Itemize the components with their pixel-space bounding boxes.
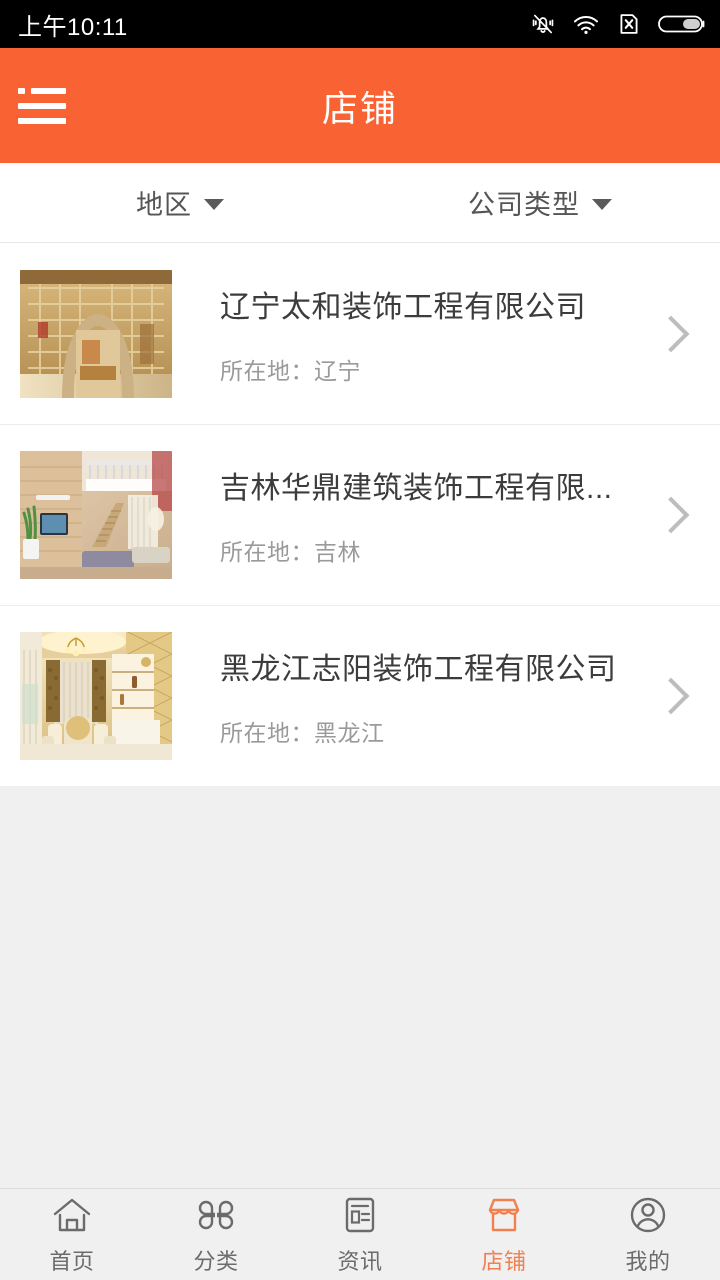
category-icon bbox=[198, 1200, 234, 1230]
app-screen: 上午10:11 店铺 地区 公司类型 辽宁太和装饰工程有限公司 所在地：辽宁 吉… bbox=[0, 0, 720, 1280]
shop-icon bbox=[488, 1198, 520, 1232]
profile-icon bbox=[630, 1197, 666, 1233]
status-bar-icons bbox=[530, 11, 706, 37]
menu-bar bbox=[18, 102, 66, 109]
empty-area bbox=[0, 786, 720, 1188]
european-golden-dining-room-image bbox=[20, 631, 172, 760]
no-sim-icon bbox=[620, 14, 638, 34]
chinese-lattice-moon-gate-interior-image bbox=[20, 269, 172, 398]
hamburger-menu-icon[interactable] bbox=[18, 82, 66, 130]
filter-company-type-label: 公司类型 bbox=[468, 190, 580, 220]
page-content: 地区 公司类型 辽宁太和装饰工程有限公司 所在地：辽宁 吉林华鼎建筑装饰工程有限… bbox=[0, 163, 720, 1280]
bottom-navigation: 首页 分类 资讯 店铺 我的 bbox=[0, 1188, 720, 1280]
shop-info: 吉林华鼎建筑装饰工程有限... 所在地：吉林 bbox=[172, 463, 658, 567]
chevron-down-icon bbox=[592, 199, 612, 210]
menu-row-top bbox=[18, 87, 66, 94]
list-item[interactable]: 吉林华鼎建筑装饰工程有限... 所在地：吉林 bbox=[0, 424, 720, 605]
shop-location: 所在地：辽宁 bbox=[220, 357, 361, 384]
shop-info: 黑龙江志阳装饰工程有限公司 所在地：黑龙江 bbox=[172, 644, 658, 748]
menu-dot bbox=[18, 87, 25, 94]
tab-shop[interactable]: 店铺 bbox=[432, 1189, 576, 1280]
list-item[interactable]: 辽宁太和装饰工程有限公司 所在地：辽宁 bbox=[0, 243, 720, 424]
wifi-icon bbox=[574, 15, 598, 34]
shop-thumbnail bbox=[20, 631, 172, 760]
chevron-right-icon[interactable] bbox=[652, 677, 690, 714]
menu-bar bbox=[18, 117, 66, 124]
status-bar: 上午10:11 bbox=[0, 0, 720, 48]
battery-icon bbox=[658, 15, 705, 33]
filter-region[interactable]: 地区 bbox=[0, 163, 360, 242]
news-icon bbox=[345, 1197, 375, 1233]
filter-region-label: 地区 bbox=[136, 190, 192, 220]
status-bar-time: 上午10:11 bbox=[18, 13, 128, 41]
modern-double-height-living-room-image bbox=[20, 450, 172, 579]
list-item[interactable]: 黑龙江志阳装饰工程有限公司 所在地：黑龙江 bbox=[0, 605, 720, 786]
menu-row-middle bbox=[18, 102, 66, 109]
chevron-down-icon bbox=[204, 199, 224, 210]
shop-thumbnail bbox=[20, 450, 172, 579]
mute-icon bbox=[532, 14, 554, 34]
tab-shop-label: 店铺 bbox=[481, 1249, 527, 1274]
tab-home-label: 首页 bbox=[49, 1249, 95, 1274]
tab-category[interactable]: 分类 bbox=[144, 1189, 288, 1280]
chevron-right-icon[interactable] bbox=[652, 315, 690, 352]
shop-location: 所在地：吉林 bbox=[220, 538, 361, 565]
filter-bar: 地区 公司类型 bbox=[0, 163, 720, 243]
app-header: 店铺 bbox=[0, 48, 720, 163]
chevron-right-icon[interactable] bbox=[652, 496, 690, 533]
tab-category-label: 分类 bbox=[193, 1249, 239, 1274]
menu-bar bbox=[31, 87, 66, 94]
shop-thumbnail bbox=[20, 269, 172, 398]
shop-list: 辽宁太和装饰工程有限公司 所在地：辽宁 吉林华鼎建筑装饰工程有限... 所在地：… bbox=[0, 243, 720, 786]
tab-profile[interactable]: 我的 bbox=[576, 1189, 720, 1280]
filter-company-type[interactable]: 公司类型 bbox=[360, 163, 720, 242]
page-title: 店铺 bbox=[321, 87, 398, 129]
menu-row-bottom bbox=[18, 117, 66, 124]
shop-location: 所在地：黑龙江 bbox=[220, 719, 385, 746]
shop-name: 吉林华鼎建筑装饰工程有限... bbox=[220, 471, 613, 505]
tab-news-label: 资讯 bbox=[337, 1249, 383, 1274]
tab-profile-label: 我的 bbox=[625, 1249, 671, 1274]
tab-news[interactable]: 资讯 bbox=[288, 1189, 432, 1280]
tab-home[interactable]: 首页 bbox=[0, 1189, 144, 1280]
home-icon bbox=[53, 1198, 91, 1232]
shop-name: 黑龙江志阳装饰工程有限公司 bbox=[220, 652, 617, 686]
shop-info: 辽宁太和装饰工程有限公司 所在地：辽宁 bbox=[172, 282, 658, 386]
shop-name: 辽宁太和装饰工程有限公司 bbox=[220, 290, 586, 324]
